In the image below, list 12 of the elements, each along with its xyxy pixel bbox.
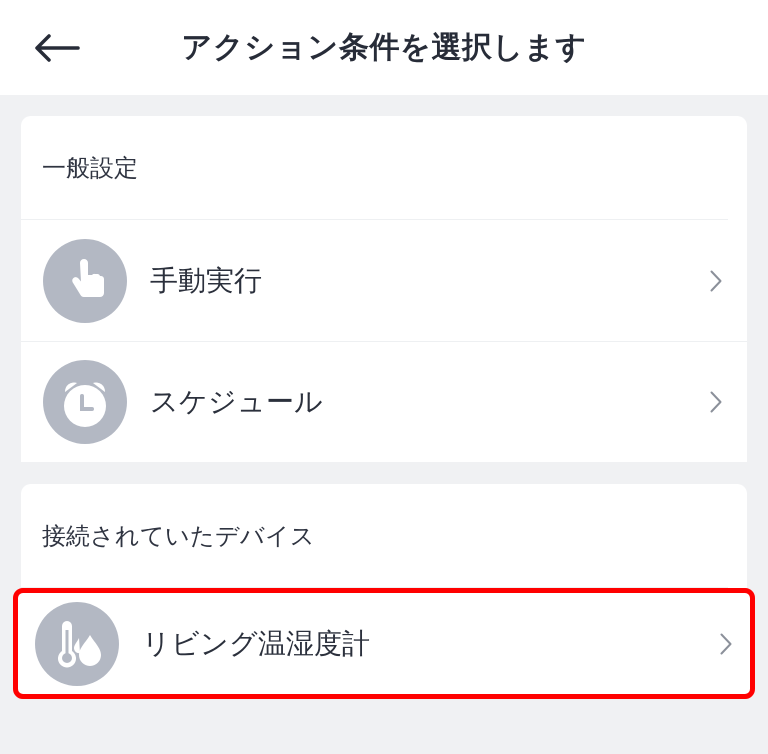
- chevron-right-icon: [720, 632, 732, 654]
- back-arrow-icon: [34, 32, 80, 62]
- thermometer-droplet-icon: [35, 602, 119, 686]
- list-item[interactable]: スケジュール: [21, 341, 747, 462]
- pointing-hand-icon: [43, 238, 127, 322]
- page-title: アクション条件を選択します: [181, 29, 587, 67]
- chevron-right-icon: [710, 391, 722, 413]
- highlighted-list-item[interactable]: リビング温湿度計: [13, 588, 755, 699]
- section-title: 一般設定: [42, 152, 138, 184]
- chevron-right-icon: [710, 270, 722, 292]
- section-title: 接続されていたデバイス: [42, 520, 315, 552]
- alarm-clock-icon: [43, 360, 127, 444]
